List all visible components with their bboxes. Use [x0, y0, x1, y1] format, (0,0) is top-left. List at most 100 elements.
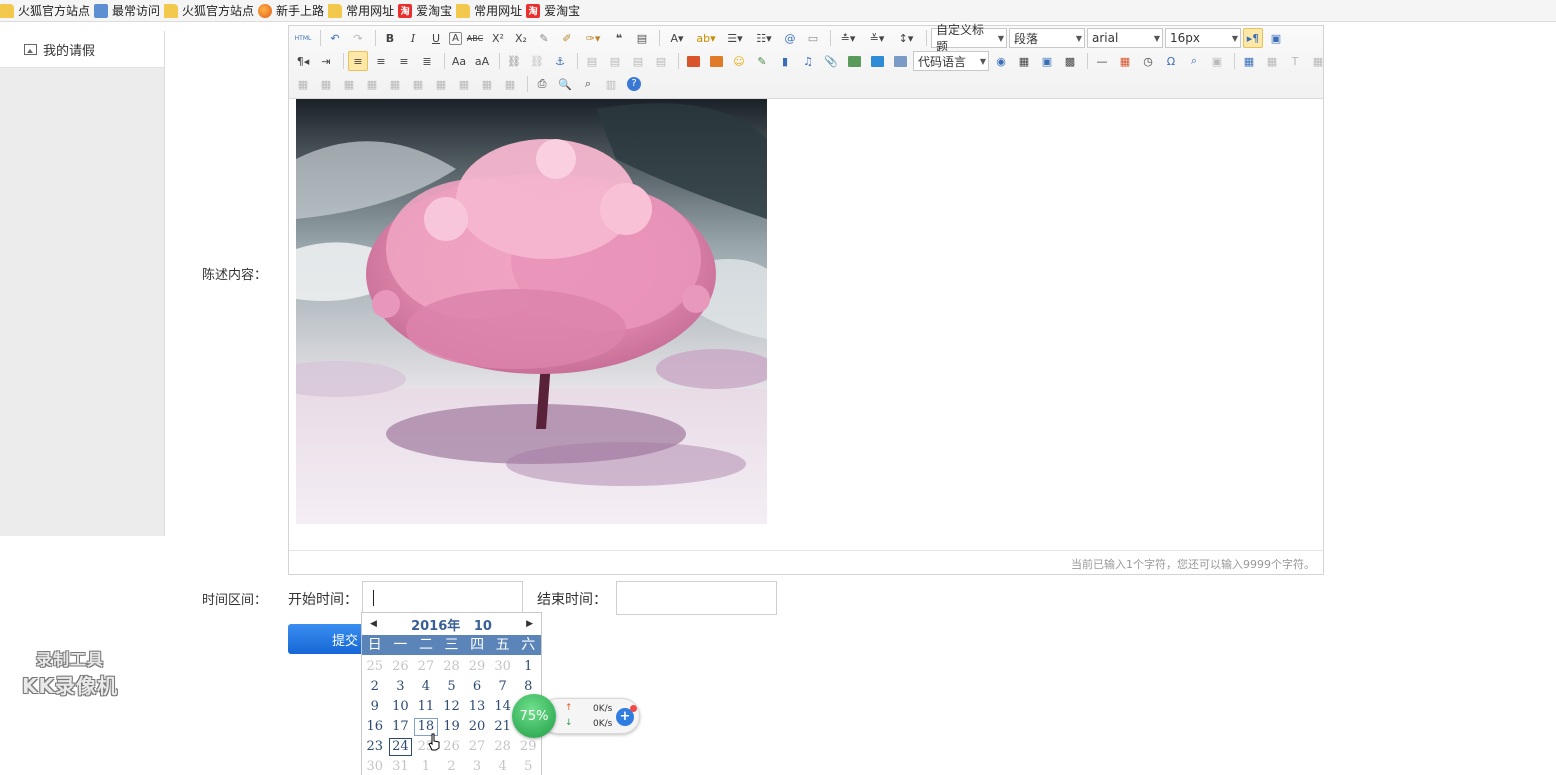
insert-video-icon[interactable]: ▮ [775, 51, 795, 71]
html-source-button[interactable]: HTML [293, 28, 313, 48]
scrawl-icon[interactable]: ✎ [752, 51, 772, 71]
calendar-day[interactable]: 4 [490, 757, 516, 775]
subscript-icon[interactable]: X₂ [511, 28, 531, 48]
calendar-day[interactable]: 9 [362, 697, 388, 717]
calendar-day[interactable]: 4 [413, 677, 439, 697]
bookmark-item[interactable]: 淘爱淘宝 [526, 0, 584, 22]
unordered-list-icon[interactable]: ☷▾ [751, 28, 777, 48]
calendar-day[interactable]: 2 [362, 677, 388, 697]
link-icon[interactable]: ⛓ [504, 51, 524, 71]
calendar-day[interactable]: 31 [388, 757, 414, 775]
merge-right-icon[interactable]: ▦ [385, 74, 405, 94]
bookmark-item[interactable]: 常用网址 [456, 0, 526, 22]
delete-table-icon[interactable]: ▦ [1262, 51, 1282, 71]
calendar-day[interactable]: 6 [464, 677, 490, 697]
blockquote-icon[interactable]: ❝ [609, 28, 629, 48]
end-time-input[interactable] [616, 581, 777, 615]
calendar-day[interactable]: 30 [490, 657, 516, 677]
image-right-icon[interactable]: ▤ [628, 51, 648, 71]
align-center-icon[interactable]: ≡ [371, 51, 391, 71]
image-left-icon[interactable]: ▤ [605, 51, 625, 71]
calendar-day[interactable]: 24 [388, 737, 414, 757]
calendar-day[interactable]: 27 [464, 737, 490, 757]
calendar-day[interactable]: 20 [464, 717, 490, 737]
code-language-select[interactable]: 代码语言 ▼ [913, 51, 989, 71]
paste-plain-icon[interactable]: ▤ [632, 28, 652, 48]
background-color-icon[interactable]: ab▾ [693, 28, 719, 48]
network-speed-widget[interactable]: ↑ 0K/s ↓ 0K/s 75% + [512, 694, 642, 738]
editor-content-area[interactable] [289, 99, 1323, 552]
calendar-day[interactable]: 30 [362, 757, 388, 775]
insert-image-icon[interactable] [706, 51, 726, 71]
calendar-day[interactable]: 28 [439, 657, 465, 677]
map-icon[interactable] [844, 51, 864, 71]
year-month-label[interactable]: 2016年 10 [411, 615, 492, 634]
split-cells-icon[interactable]: ▦ [431, 74, 451, 94]
prev-month-icon[interactable]: ◀ [370, 619, 377, 629]
clear-doc-icon[interactable]: ▭ [803, 28, 823, 48]
calendar-day[interactable]: 25 [362, 657, 388, 677]
calendar-day[interactable]: 16 [362, 717, 388, 737]
italic-icon[interactable]: I [403, 28, 423, 48]
superscript-icon[interactable]: X² [488, 28, 508, 48]
bold-icon[interactable]: B [380, 28, 400, 48]
calendar-day[interactable]: 3 [388, 677, 414, 697]
next-month-icon[interactable]: ▶ [526, 619, 533, 629]
search-replace-icon[interactable]: ⌕ [1184, 51, 1204, 71]
paragraph-select[interactable]: 段落 ▼ [1009, 28, 1085, 48]
calendar-day[interactable]: 5 [439, 677, 465, 697]
emotion-icon[interactable]: ☺ [729, 51, 749, 71]
music-icon[interactable]: ♫ [798, 51, 818, 71]
bookmark-item[interactable]: 新手上路 [258, 0, 328, 22]
strikethrough-icon[interactable]: ABC [465, 28, 485, 48]
font-color-icon[interactable]: A▾ [664, 28, 690, 48]
merge-down-icon[interactable]: ▦ [408, 74, 428, 94]
calendar-day[interactable]: 29 [515, 737, 541, 757]
calendar-day[interactable]: 1 [413, 757, 439, 775]
insert-table-icon[interactable]: ▦ [1239, 51, 1259, 71]
calendar-day[interactable]: 23 [362, 737, 388, 757]
unlink-icon[interactable]: ⛓ [527, 51, 547, 71]
auto-format-icon[interactable]: ✑▾ [580, 28, 606, 48]
to-lower-icon[interactable]: aA [472, 51, 492, 71]
calendar-day[interactable]: 28 [490, 737, 516, 757]
google-map-icon[interactable] [867, 51, 887, 71]
insert-row-icon[interactable]: ▦ [1308, 51, 1328, 71]
calendar-day[interactable]: 11 [413, 697, 439, 717]
underline-icon[interactable]: U [426, 28, 446, 48]
row-spacing-bottom-icon[interactable]: ≚▾ [864, 28, 890, 48]
insert-frame-icon[interactable] [890, 51, 910, 71]
image-none-icon[interactable]: ▤ [582, 51, 602, 71]
delete-row-icon[interactable]: ▦ [293, 74, 313, 94]
attachment-icon[interactable]: 📎 [821, 51, 841, 71]
format-brush-icon[interactable]: ✐ [557, 28, 577, 48]
start-time-input[interactable] [362, 581, 523, 615]
paragraph-mark-icon[interactable]: ¶◂ [293, 51, 313, 71]
bookmark-item[interactable]: 火狐官方站点 [164, 0, 258, 22]
sidebar-item-my-leave[interactable]: 我的请假 [0, 31, 164, 68]
submit-button[interactable]: 提交 [288, 624, 368, 654]
plus-icon[interactable]: + [616, 705, 637, 726]
background-icon[interactable]: ▣ [1037, 51, 1057, 71]
search-icon[interactable]: ⌕ [578, 74, 598, 94]
calendar-day[interactable]: 19 [439, 717, 465, 737]
direction-ltr-icon[interactable]: ▸¶ [1243, 28, 1263, 48]
bookmark-item[interactable]: 淘爱淘宝 [398, 0, 456, 22]
image-center-icon[interactable]: ▤ [651, 51, 671, 71]
eraser-icon[interactable]: ✎ [534, 28, 554, 48]
calendar-day[interactable]: 29 [464, 657, 490, 677]
date-icon[interactable]: ▦ [1115, 51, 1135, 71]
time-icon[interactable]: ◷ [1138, 51, 1158, 71]
horizontal-rule-icon[interactable]: — [1092, 51, 1112, 71]
align-justify-icon[interactable]: ≣ [417, 51, 437, 71]
insert-paragraph-before-table-icon[interactable]: T [1285, 51, 1305, 71]
font-family-select[interactable]: arial ▼ [1087, 28, 1163, 48]
drafts-icon[interactable]: ▥ [601, 74, 621, 94]
delete-col-icon[interactable]: ▦ [339, 74, 359, 94]
calendar-day[interactable]: 26 [388, 657, 414, 677]
custom-title-select[interactable]: 自定义标题 ▼ [931, 23, 1007, 54]
page-break-icon[interactable]: ◉ [991, 51, 1011, 71]
template-icon[interactable]: ▦ [1014, 51, 1034, 71]
split-cols-icon[interactable]: ▦ [477, 74, 497, 94]
indent-icon[interactable]: ⇥ [316, 51, 336, 71]
